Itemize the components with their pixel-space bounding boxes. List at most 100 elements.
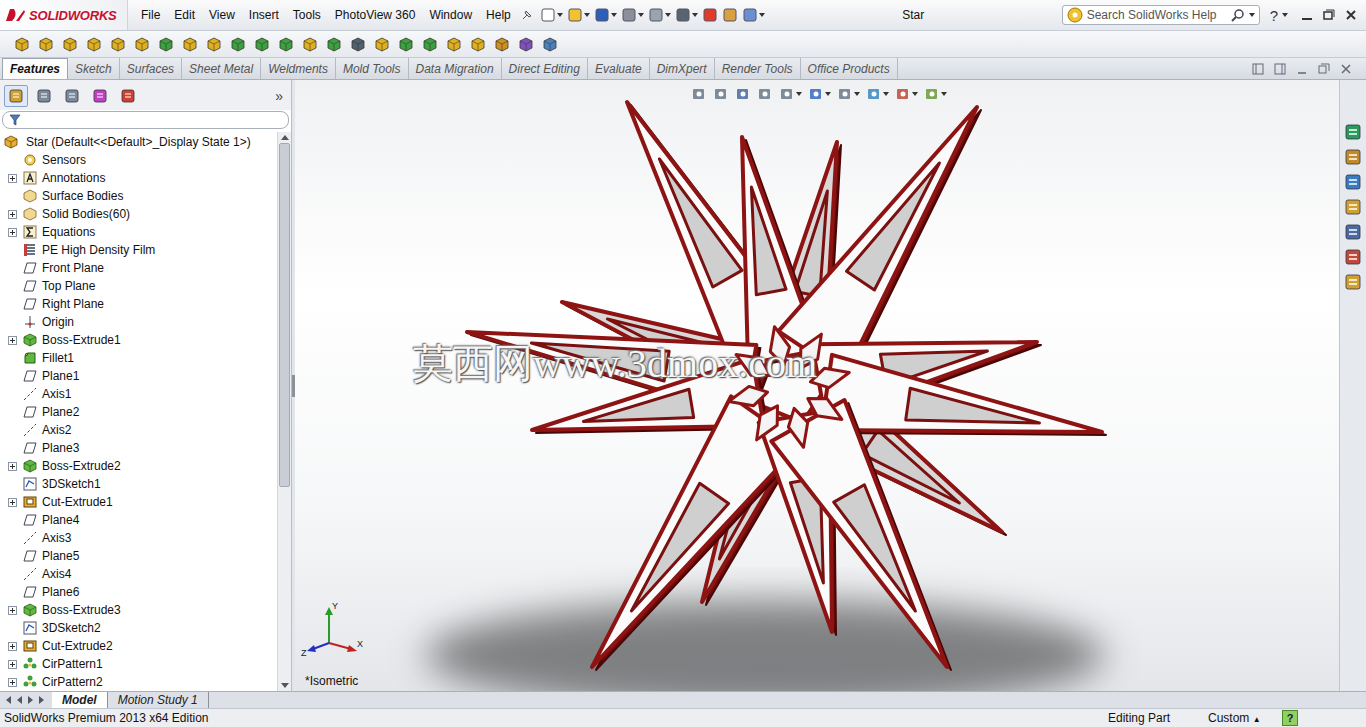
command-tab[interactable]: Evaluate [588,58,650,79]
toolbar-button[interactable] [540,34,560,54]
command-tab[interactable]: Features [2,58,68,79]
tree-item[interactable]: Solid Bodies(60) [0,205,277,223]
expand-plus-icon[interactable] [8,228,17,237]
command-tab[interactable]: Weldments [261,58,336,79]
toolbar-button[interactable] [468,34,488,54]
tile-icon[interactable] [1252,63,1264,75]
close-icon[interactable] [1340,63,1352,75]
panel-tab[interactable] [32,85,56,107]
tree-item[interactable]: Cut-Extrude2 [0,637,277,655]
view-tool-button[interactable] [895,86,918,102]
menu-item[interactable]: Help [479,8,518,22]
tree-item[interactable]: Plane3 [0,439,277,457]
toolbar-button[interactable] [84,34,104,54]
search-box[interactable]: Search SolidWorks Help [1062,5,1260,25]
expand-plus-icon[interactable] [8,210,17,219]
toolbar-button[interactable] [252,34,272,54]
graphics-area[interactable]: 莫西网www.3dmox.comYXZ*Isometric [295,80,1339,691]
last-tab-icon[interactable] [39,696,44,704]
task-pane-tab[interactable] [1342,247,1364,267]
magnifier-icon[interactable] [1231,8,1245,22]
tree-item[interactable]: Axis4 [0,565,277,583]
tree-item[interactable]: PE High Density Film [0,241,277,259]
tree-item[interactable]: Fillet1 [0,349,277,367]
tree-item[interactable]: Axis2 [0,421,277,439]
tree-item[interactable]: Plane1 [0,367,277,385]
toolbar-button[interactable] [132,34,152,54]
restore-icon[interactable] [1318,63,1330,75]
task-pane-tab[interactable] [1342,172,1364,192]
toolbar-button[interactable] [372,34,392,54]
tree-item[interactable]: Cut-Extrude1 [0,493,277,511]
toolbar-button[interactable] [722,7,738,23]
tree-item[interactable]: Plane2 [0,403,277,421]
command-tab[interactable]: Direct Editing [502,58,588,79]
toolbar-button[interactable] [567,7,590,23]
tree-item[interactable]: Axis1 [0,385,277,403]
tree-item[interactable]: Right Plane [0,295,277,313]
panel-tab[interactable] [116,85,140,107]
view-tool-button[interactable] [713,86,729,102]
minimize-icon[interactable] [1300,8,1314,22]
scroll-thumb[interactable] [279,143,290,487]
tree-item[interactable]: CirPattern2 [0,673,277,691]
task-pane-tab[interactable] [1342,147,1364,167]
tree-item[interactable]: Origin [0,313,277,331]
toolbar-button[interactable] [300,34,320,54]
toolbar-button[interactable] [324,34,344,54]
menu-item[interactable]: View [202,8,242,22]
view-tool-button[interactable] [779,86,802,102]
view-tool-button[interactable] [735,86,751,102]
task-pane-tab[interactable] [1342,122,1364,142]
collapse-button[interactable]: » [275,88,287,104]
toolbar-button[interactable] [648,7,671,23]
tree-filter[interactable] [2,111,289,129]
expand-plus-icon[interactable] [8,336,17,345]
tree-item[interactable]: Boss-Extrude3 [0,601,277,619]
tree-item[interactable]: Front Plane [0,259,277,277]
close-icon[interactable] [1344,8,1358,22]
tree-scrollbar[interactable] [277,132,291,691]
tree-item[interactable]: Plane6 [0,583,277,601]
toolbar-button[interactable] [180,34,200,54]
scroll-down-icon[interactable] [281,683,289,688]
toolbar-button[interactable] [420,34,440,54]
tree-item[interactable]: 3DSketch2 [0,619,277,637]
view-tool-button[interactable] [808,86,831,102]
tree-item[interactable]: Surface Bodies [0,187,277,205]
tree-item[interactable]: Plane5 [0,547,277,565]
tree-item[interactable]: Top Plane [0,277,277,295]
command-tab[interactable]: Surfaces [120,58,182,79]
tree-item[interactable]: Boss-Extrude2 [0,457,277,475]
menu-item[interactable]: PhotoView 360 [328,8,423,22]
panel-tab[interactable] [60,85,84,107]
help-button[interactable]: ? [1270,7,1288,24]
panel-tab[interactable] [4,85,28,107]
toolbar-button[interactable] [348,34,368,54]
expand-plus-icon[interactable] [8,498,17,507]
expand-plus-icon[interactable] [8,660,17,669]
toolbar-button[interactable] [156,34,176,54]
command-tab[interactable]: Data Migration [409,58,502,79]
toolbar-button[interactable] [675,7,698,23]
menu-item[interactable]: Window [422,8,479,22]
tree-item[interactable]: Equations [0,223,277,241]
dropdown-arrow-icon[interactable] [1249,13,1255,17]
toolbar-button[interactable] [516,34,536,54]
toolbar-button[interactable] [444,34,464,54]
restore-icon[interactable] [1322,8,1336,22]
tree-item[interactable]: Annotations [0,169,277,187]
tree-item[interactable]: 3DSketch1 [0,475,277,493]
task-pane-tab[interactable] [1342,222,1364,242]
scroll-up-icon[interactable] [281,135,289,140]
menu-item[interactable]: Tools [286,8,328,22]
toolbar-button[interactable] [36,34,56,54]
expand-plus-icon[interactable] [8,678,17,687]
command-tab[interactable]: Render Tools [715,58,801,79]
prev-tab-icon[interactable] [17,696,22,704]
toolbar-button[interactable] [108,34,128,54]
toolbar-button[interactable] [396,34,416,54]
menu-item[interactable]: Edit [167,8,202,22]
next-tab-icon[interactable] [28,696,33,704]
view-tool-button[interactable] [866,86,889,102]
